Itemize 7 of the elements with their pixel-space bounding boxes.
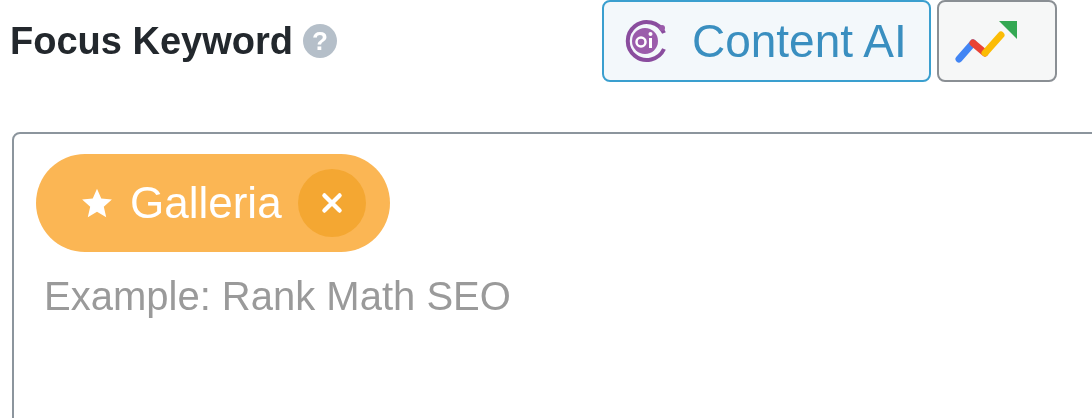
help-icon[interactable]: ? bbox=[302, 24, 337, 58]
section-title: Focus Keyword bbox=[10, 19, 293, 63]
keyword-input[interactable]: Example: Rank Math SEO bbox=[36, 274, 1092, 319]
trends-button[interactable] bbox=[936, 0, 1057, 82]
content-ai-button[interactable]: Content AI bbox=[601, 0, 931, 82]
ai-logo-icon bbox=[623, 19, 668, 63]
keyword-label: Galleria bbox=[130, 178, 282, 228]
